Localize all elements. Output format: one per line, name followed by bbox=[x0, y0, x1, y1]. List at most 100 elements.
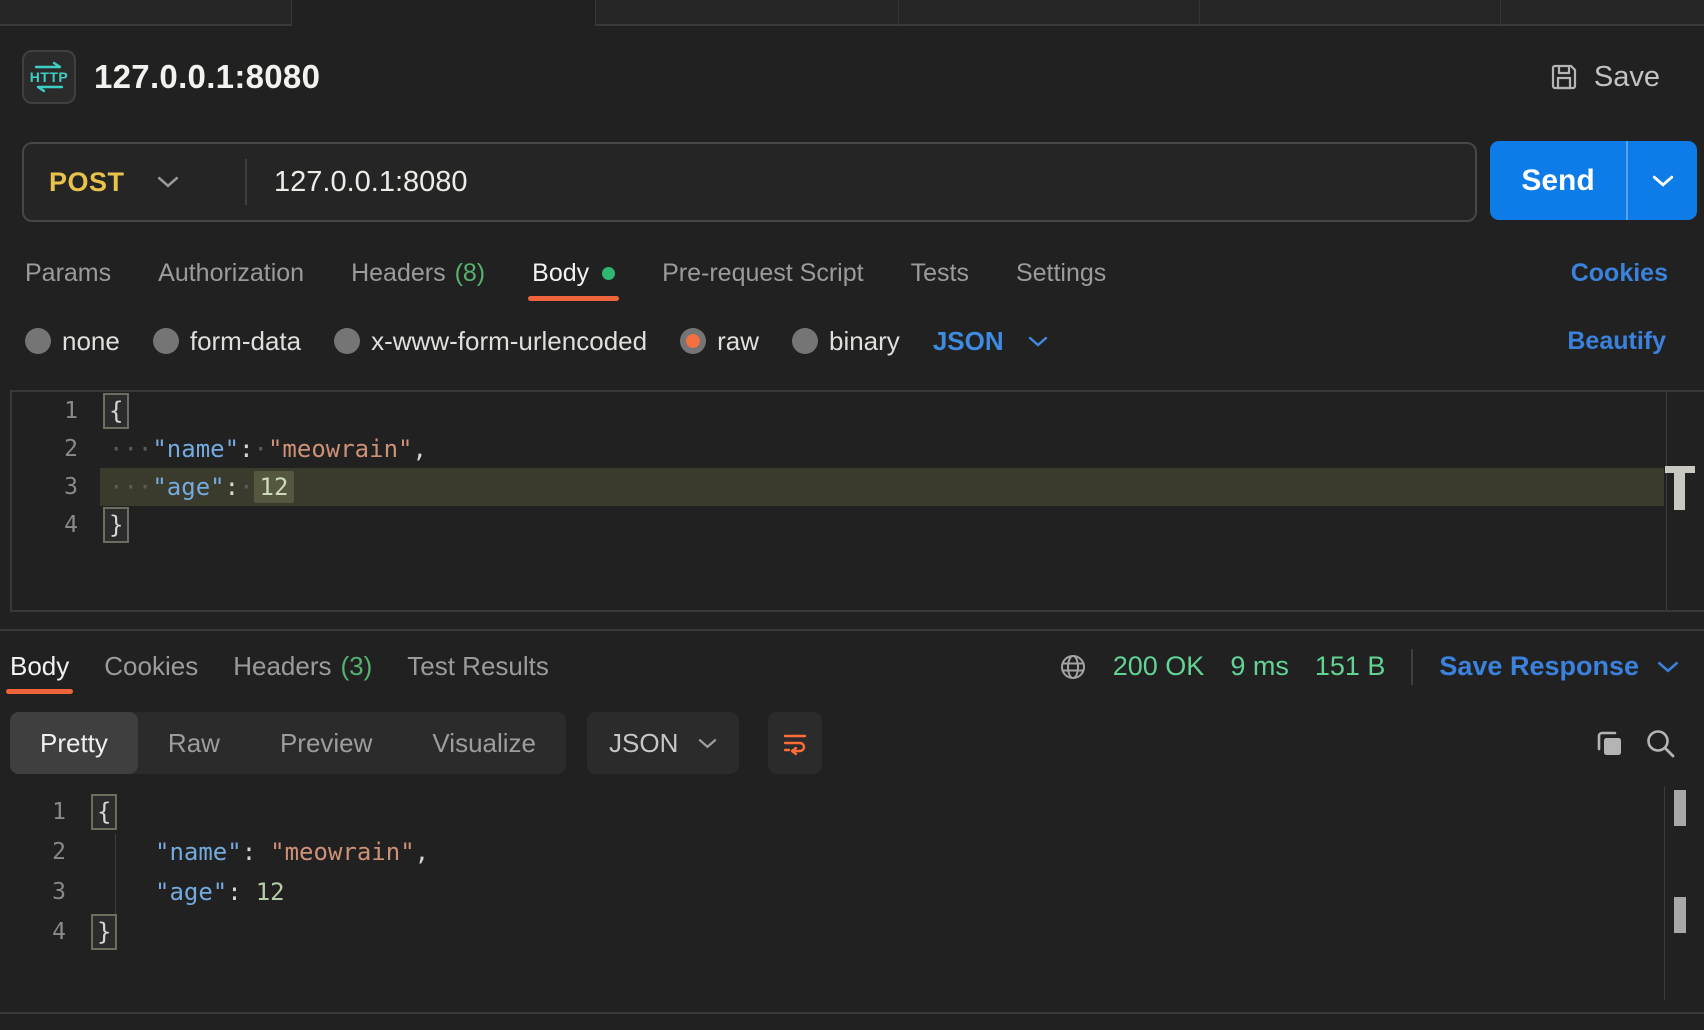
send-options-button[interactable] bbox=[1628, 141, 1697, 220]
selected-number-value: 12 bbox=[254, 471, 295, 503]
json-key: "name" bbox=[152, 435, 239, 463]
view-visualize-label: Visualize bbox=[432, 728, 536, 759]
request-response-divider[interactable] bbox=[0, 629, 1704, 631]
tab-pre-request-script[interactable]: Pre-request Script bbox=[662, 259, 863, 288]
mode-urlencoded-label: x-www-form-urlencoded bbox=[371, 326, 647, 357]
mode-form-data[interactable]: form-data bbox=[153, 326, 301, 357]
response-line-3: 3 "age":12 bbox=[0, 872, 1704, 912]
response-tab-test-results-label: Test Results bbox=[407, 651, 549, 682]
tab-params[interactable]: Params bbox=[25, 259, 111, 288]
mode-urlencoded[interactable]: x-www-form-urlencoded bbox=[334, 326, 647, 357]
tab-params-label: Params bbox=[25, 259, 111, 288]
window-tab-active[interactable] bbox=[291, 0, 596, 26]
colon: : bbox=[239, 435, 253, 463]
copy-button[interactable] bbox=[1593, 728, 1624, 759]
scrollbar-marker[interactable] bbox=[1665, 466, 1695, 473]
view-raw-label: Raw bbox=[168, 728, 220, 759]
mode-none[interactable]: none bbox=[25, 326, 120, 357]
tab-tests[interactable]: Tests bbox=[911, 259, 969, 288]
colon: : bbox=[225, 473, 239, 501]
method-select[interactable]: POST bbox=[24, 167, 245, 198]
editor-overview-ruler bbox=[1666, 392, 1667, 610]
method-label: POST bbox=[49, 167, 125, 198]
response-body-viewer[interactable]: 1 { 2 "name":"meowrain", 3 "age":12 4 } bbox=[0, 792, 1704, 1022]
window-tab[interactable] bbox=[1500, 0, 1704, 26]
response-tab-cookies-label: Cookies bbox=[104, 651, 198, 682]
response-time[interactable]: 9 ms bbox=[1230, 651, 1289, 682]
tab-headers-label: Headers bbox=[351, 259, 446, 288]
floppy-disk-icon bbox=[1548, 61, 1580, 93]
close-brace: } bbox=[109, 511, 123, 539]
body-mode-row: none form-data x-www-form-urlencoded raw… bbox=[25, 315, 1666, 367]
view-raw[interactable]: Raw bbox=[138, 712, 250, 774]
response-tab-bar: Body Cookies Headers(3) Test Results bbox=[10, 651, 549, 682]
comma: , bbox=[412, 435, 426, 463]
tab-tests-label: Tests bbox=[911, 259, 969, 288]
save-response-button[interactable]: Save Response bbox=[1439, 651, 1679, 682]
response-language-select[interactable]: JSON bbox=[587, 712, 739, 774]
globe-icon[interactable] bbox=[1059, 653, 1087, 681]
comma: , bbox=[415, 838, 429, 866]
beautify-link[interactable]: Beautify bbox=[1567, 327, 1666, 356]
response-size[interactable]: 151 B bbox=[1315, 651, 1386, 682]
window-tab[interactable] bbox=[1199, 0, 1500, 26]
colon: : bbox=[227, 878, 241, 906]
radio-binary[interactable] bbox=[792, 328, 818, 354]
chevron-down-icon bbox=[1028, 336, 1048, 347]
view-preview-label: Preview bbox=[280, 728, 372, 759]
meta-divider bbox=[1411, 649, 1413, 685]
wrap-line-button[interactable] bbox=[768, 712, 822, 774]
window-tab-bar bbox=[0, 0, 1704, 26]
tab-body[interactable]: Body bbox=[532, 259, 615, 288]
language-select[interactable]: JSON bbox=[933, 326, 1048, 357]
send-button[interactable]: Send bbox=[1490, 141, 1697, 220]
window-tab[interactable] bbox=[596, 0, 898, 26]
active-tab-underline bbox=[528, 296, 619, 301]
request-body-editor[interactable]: 1 { 2 ···"name":·"meowrain", 3 ···"age":… bbox=[10, 390, 1704, 612]
window-tab[interactable] bbox=[0, 0, 291, 26]
radio-raw-selected[interactable] bbox=[680, 328, 706, 354]
scrollbar-marker[interactable] bbox=[1674, 790, 1686, 826]
mode-raw-label: raw bbox=[717, 326, 759, 357]
mode-binary-label: binary bbox=[829, 326, 900, 357]
save-button[interactable]: Save bbox=[1548, 61, 1660, 94]
status-badge[interactable]: 200 OK bbox=[1113, 651, 1205, 682]
footer-divider bbox=[0, 1012, 1704, 1014]
json-key: "age" bbox=[152, 473, 224, 501]
response-tab-cookies[interactable]: Cookies bbox=[104, 651, 198, 682]
chevron-down-icon bbox=[698, 738, 717, 749]
tab-settings[interactable]: Settings bbox=[1016, 259, 1106, 288]
radio-urlencoded[interactable] bbox=[334, 328, 360, 354]
mode-raw[interactable]: raw bbox=[680, 326, 759, 357]
response-tab-body[interactable]: Body bbox=[10, 651, 69, 682]
scrollbar-marker[interactable] bbox=[1674, 897, 1686, 933]
close-brace: } bbox=[97, 918, 111, 946]
request-title-row: HTTP 127.0.0.1:8080 Save bbox=[0, 26, 1704, 128]
view-visualize[interactable]: Visualize bbox=[402, 712, 566, 774]
scrollbar-marker[interactable] bbox=[1674, 473, 1685, 510]
radio-none[interactable] bbox=[25, 328, 51, 354]
mode-binary[interactable]: binary bbox=[792, 326, 900, 357]
line-number: 3 bbox=[0, 872, 66, 912]
window-tab[interactable] bbox=[898, 0, 1199, 26]
response-tab-headers[interactable]: Headers(3) bbox=[233, 651, 372, 682]
url-input[interactable]: 127.0.0.1:8080 bbox=[247, 166, 468, 199]
tab-settings-label: Settings bbox=[1016, 259, 1106, 288]
radio-form-data[interactable] bbox=[153, 328, 179, 354]
editor-line-3-current: 3 ···"age":·12 bbox=[12, 468, 1704, 506]
response-toolbar: Pretty Raw Preview Visualize JSON bbox=[10, 712, 1677, 774]
response-header: Body Cookies Headers(3) Test Results 200… bbox=[10, 640, 1679, 693]
response-language-label: JSON bbox=[609, 728, 678, 759]
response-overview-ruler bbox=[1664, 786, 1665, 1000]
open-brace: { bbox=[109, 397, 123, 425]
tab-authorization[interactable]: Authorization bbox=[158, 259, 304, 288]
search-button[interactable] bbox=[1644, 727, 1677, 760]
bracket-match: } bbox=[103, 507, 129, 543]
tab-headers[interactable]: Headers(8) bbox=[351, 259, 485, 288]
response-tab-test-results[interactable]: Test Results bbox=[407, 651, 549, 682]
view-preview[interactable]: Preview bbox=[250, 712, 402, 774]
chevron-down-icon bbox=[157, 176, 179, 188]
view-pretty[interactable]: Pretty bbox=[10, 712, 138, 774]
cookies-link[interactable]: Cookies bbox=[1571, 259, 1668, 288]
bracket-match: { bbox=[91, 794, 117, 830]
